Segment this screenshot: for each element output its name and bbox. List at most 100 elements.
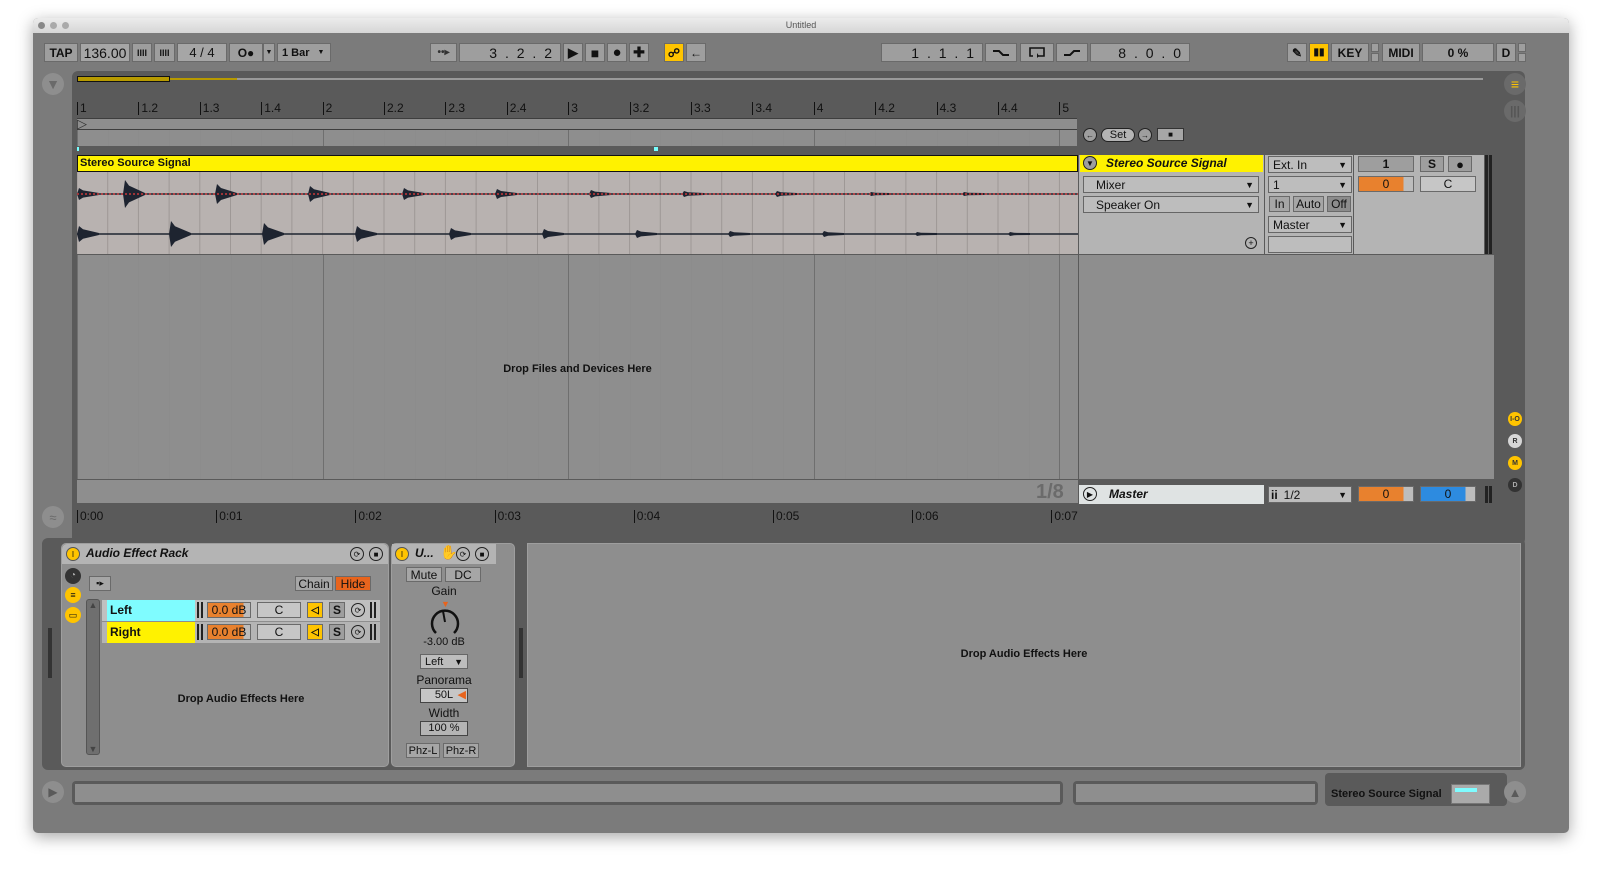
devices-toggle-button[interactable]: ▭ bbox=[65, 607, 81, 623]
chain-solo-button[interactable]: S bbox=[329, 624, 345, 640]
monitor-auto-button[interactable]: Auto bbox=[1293, 196, 1324, 212]
time-signature-field[interactable]: 4 / 4 bbox=[177, 43, 227, 62]
chain-activator-button[interactable]: ◁ bbox=[307, 624, 323, 640]
phase-left-button[interactable]: Phz-L bbox=[406, 743, 440, 758]
track-pan-field[interactable]: C bbox=[1420, 176, 1476, 192]
lock-button[interactable]: ■ bbox=[1157, 128, 1184, 141]
io-toggle-button[interactable]: I-O bbox=[1508, 412, 1522, 426]
chain-solo-button[interactable]: S bbox=[329, 602, 345, 618]
clip-title-bar[interactable]: Stereo Source Signal bbox=[77, 155, 1078, 172]
hot-swap-icon[interactable]: ⟳ bbox=[350, 547, 364, 561]
overview-viewport-handle[interactable] bbox=[77, 76, 170, 82]
device-scroll-handle[interactable] bbox=[48, 628, 52, 678]
dc-button[interactable]: DC bbox=[445, 567, 481, 582]
toggle-browser-button[interactable]: ▲ bbox=[1504, 781, 1526, 803]
chain-name[interactable]: Left bbox=[107, 600, 195, 621]
nudge-down-button[interactable]: IIII bbox=[132, 43, 152, 62]
master-play-icon[interactable]: ▶ bbox=[1083, 487, 1097, 501]
chain-row[interactable]: Left 0.0 dB C ◁ S ⟳ bbox=[102, 600, 380, 621]
mixer-toggle-button[interactable]: M bbox=[1508, 456, 1522, 470]
chain-volume[interactable]: 0.0 dB bbox=[207, 624, 251, 640]
track-output-type-select[interactable]: Mixer ▼ bbox=[1083, 176, 1259, 193]
channel-mode-select[interactable]: Left ▼ bbox=[420, 654, 468, 669]
audio-from-select[interactable]: Ext. In ▼ bbox=[1268, 156, 1352, 173]
drop-area[interactable]: Drop Files and Devices Here bbox=[77, 255, 1078, 479]
follow-button[interactable]: ••▸ bbox=[430, 43, 457, 62]
audio-to-channel-select[interactable] bbox=[1268, 236, 1352, 253]
auto-select-button[interactable]: ▪▸ bbox=[89, 576, 111, 591]
chain-activator-button[interactable]: ◁ bbox=[307, 602, 323, 618]
panorama-field[interactable]: 50L ◀ bbox=[420, 688, 468, 703]
zoom-window-button[interactable] bbox=[62, 22, 69, 29]
chain-volume[interactable]: 0.0 dB bbox=[207, 602, 251, 618]
loop-button[interactable] bbox=[1020, 43, 1054, 62]
chain-row[interactable]: Right 0.0 dB C ◁ S ⟳ bbox=[102, 622, 380, 643]
playhead-marker[interactable] bbox=[654, 147, 658, 151]
preview-volume-field[interactable]: 0 bbox=[1420, 486, 1476, 502]
selected-track-indicator[interactable]: Stereo Source Signal bbox=[1325, 773, 1507, 806]
device-drop-area[interactable]: Drop Audio Effects Here bbox=[527, 543, 1521, 767]
punch-out-button[interactable] bbox=[1056, 43, 1088, 62]
draw-mode-button[interactable]: ✎ bbox=[1287, 43, 1307, 62]
rack-title-bar[interactable]: I Audio Effect Rack ⟳ ■ bbox=[62, 544, 388, 564]
returns-toggle-button[interactable]: R bbox=[1508, 434, 1522, 448]
input-channel-select[interactable]: 1 ▼ bbox=[1268, 176, 1352, 193]
quantization-select[interactable]: 1 Bar ▼ bbox=[277, 43, 331, 62]
key-map-button[interactable]: KEY bbox=[1331, 43, 1369, 62]
add-automation-lane-icon[interactable]: + bbox=[1245, 237, 1257, 249]
time-ruler[interactable]: 0:00 0:01 0:02 0:03 0:04 0:05 0:06 0:07 bbox=[77, 506, 1078, 524]
beat-time-ruler[interactable]: 1 1.2 1.3 1.4 2 2.2 2.3 2.4 3 3.2 3.3 3.4 4 4.2 4.3 4.4… bbox=[77, 102, 1077, 118]
grid-size-label[interactable]: 1/8 bbox=[1036, 481, 1064, 504]
marker-lane[interactable] bbox=[77, 130, 1077, 146]
set-locator-button[interactable]: Set bbox=[1101, 128, 1135, 142]
back-to-arrangement-button[interactable]: ← bbox=[686, 43, 706, 62]
session-view-button[interactable]: ||| bbox=[1504, 100, 1526, 122]
chain-list-toggle-button[interactable]: ≡ bbox=[65, 587, 81, 603]
show-detail-view-button[interactable]: ▶ bbox=[42, 781, 64, 803]
track-volume-field[interactable]: 0 bbox=[1358, 176, 1414, 192]
solo-button[interactable]: S bbox=[1420, 156, 1444, 172]
track-activator-button[interactable]: 1 bbox=[1358, 156, 1414, 172]
save-preset-icon[interactable]: ■ bbox=[475, 547, 489, 561]
toggle-time-ruler-button[interactable]: ≈ bbox=[42, 506, 64, 528]
hand-icon[interactable]: ✋ bbox=[440, 544, 457, 561]
phase-right-button[interactable]: Phz-R bbox=[443, 743, 479, 758]
punch-in-button[interactable] bbox=[985, 43, 1017, 62]
loop-length-field[interactable]: 8 . 0 . 0 bbox=[1090, 43, 1190, 62]
next-locator-button[interactable]: → bbox=[1138, 128, 1152, 142]
cue-out-select[interactable]: ii 1/2 ▼ bbox=[1268, 486, 1352, 503]
play-button[interactable]: ▶ bbox=[563, 43, 583, 62]
arm-button[interactable]: ● bbox=[1448, 156, 1472, 172]
master-track-header[interactable]: ▶ Master bbox=[1079, 485, 1264, 504]
master-volume-field[interactable]: 0 bbox=[1358, 486, 1414, 502]
chain-name[interactable]: Right bbox=[107, 622, 195, 643]
utility-power-button[interactable]: I bbox=[395, 547, 409, 561]
arrangement-position-field[interactable]: 3 . 2 . 2 bbox=[459, 43, 561, 62]
width-field[interactable]: 100 % bbox=[420, 721, 468, 736]
rack-power-button[interactable]: I bbox=[66, 547, 80, 561]
chain-hot-swap-icon[interactable]: ⟳ bbox=[351, 603, 365, 617]
macro-toggle-button[interactable]: ◔ bbox=[65, 568, 81, 584]
fold-track-icon[interactable]: ▼ bbox=[1083, 156, 1097, 170]
track-title-bar[interactable]: ▼ Stereo Source Signal bbox=[1080, 155, 1263, 172]
minimize-window-button[interactable] bbox=[50, 22, 57, 29]
chain-hot-swap-icon[interactable]: ⟳ bbox=[351, 625, 365, 639]
stop-button[interactable]: ■ bbox=[585, 43, 605, 62]
close-window-button[interactable] bbox=[38, 22, 45, 29]
chain-pan[interactable]: C bbox=[257, 602, 301, 618]
chain-button[interactable]: Chain bbox=[295, 576, 333, 591]
midi-map-button[interactable]: MIDI bbox=[1382, 43, 1420, 62]
monitor-in-button[interactable]: In bbox=[1269, 196, 1290, 212]
overdub-button[interactable]: ✚ bbox=[629, 43, 649, 62]
tempo-field[interactable]: 136.00 bbox=[80, 43, 130, 62]
arrangement-view-button[interactable]: ≡ bbox=[1504, 73, 1526, 95]
track-name[interactable]: Stereo Source Signal bbox=[1106, 156, 1227, 170]
nudge-up-button[interactable]: IIII bbox=[154, 43, 175, 62]
audio-clip[interactable]: Stereo Source Signal bbox=[77, 155, 1078, 254]
monitor-off-button[interactable]: Off bbox=[1327, 196, 1351, 212]
loop-start-field[interactable]: 1 . 1 . 1 bbox=[881, 43, 983, 62]
computer-midi-keyboard-button[interactable]: ▮▮ bbox=[1309, 43, 1329, 62]
audio-to-select[interactable]: Master ▼ bbox=[1268, 216, 1352, 233]
chain-list-scrollbar[interactable]: ▲ ▼ bbox=[86, 599, 100, 755]
hide-button[interactable]: Hide bbox=[335, 576, 371, 591]
